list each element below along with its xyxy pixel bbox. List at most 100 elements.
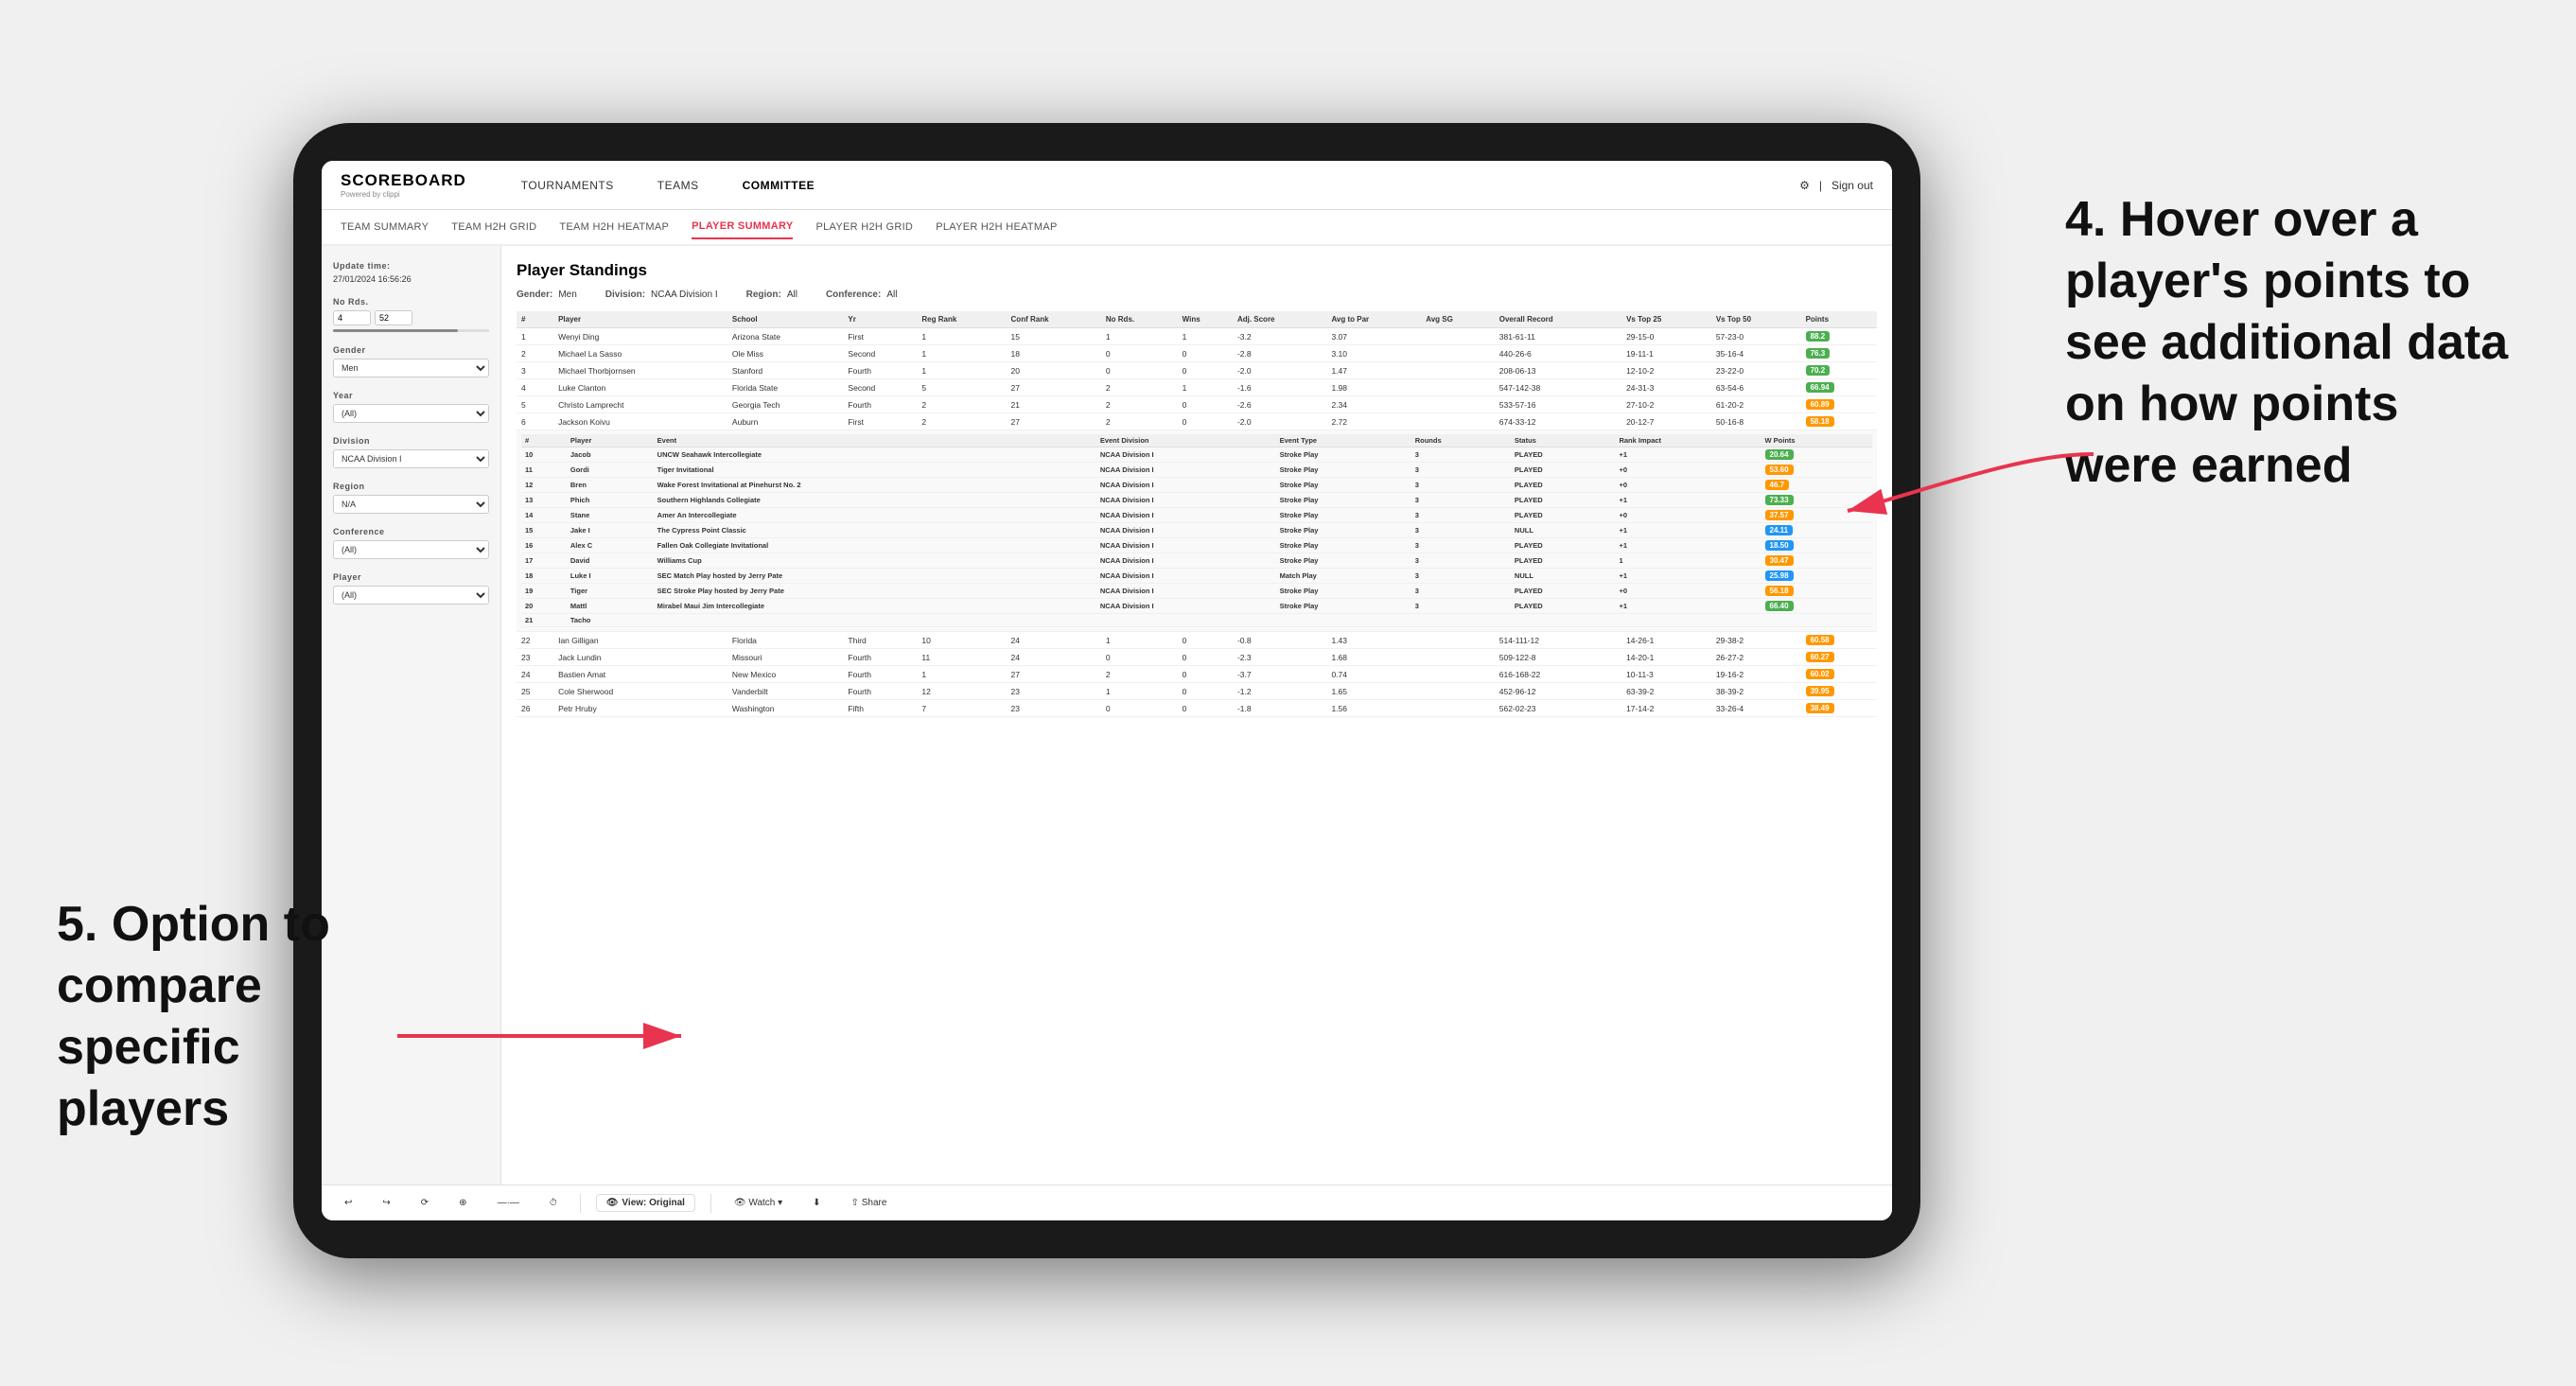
outer-wrapper: SCOREBOARD Powered by clippi TOURNAMENTS… [0,0,2576,1386]
expanded-row: 16 Alex C Fallen Oak Collegiate Invitati… [521,538,1872,553]
logo-area: SCOREBOARD Powered by clippi [341,171,466,199]
no-rds-from[interactable] [333,310,371,325]
filter-conference: Conference: All [826,289,897,300]
conference-select[interactable]: (All) [333,540,489,559]
expanded-header-row: # Player Event Event Division Event Type… [517,430,1877,632]
subnav-player-h2h-grid[interactable]: PLAYER H2H GRID [815,216,913,238]
col-vs-top50: Vs Top 50 [1711,311,1801,328]
bottom-toolbar: ↩ ↪ ⟳ ⊕ —·— ⏱ 👁 View: Original 👁 Watch ▾… [322,1184,1892,1220]
expanded-row: 18 Luke I SEC Match Play hosted by Jerry… [521,569,1872,584]
col-no-rds: No Rds. [1101,311,1178,328]
col-player: Player [553,311,727,328]
redo-btn[interactable]: ↪ [375,1194,397,1212]
table-row: 24 Bastien Amat New Mexico Fourth 1 27 2… [517,666,1877,683]
col-vs-top25: Vs Top 25 [1621,311,1711,328]
logo-sub: Powered by clippi [341,190,466,199]
expanded-row: 21 Tacho [521,614,1872,627]
table-row: 6 Jackson Koivu Auburn First 2 27 2 0 -2… [517,413,1877,430]
arrow-top-right [1829,435,2112,530]
arrow-bottom-left [378,998,700,1074]
expanded-row: 17 David Williams Cup NCAA Division I St… [521,553,1872,569]
content-area: Player Standings Gender: Men Division: N… [501,246,1892,1184]
tablet-frame: SCOREBOARD Powered by clippi TOURNAMENTS… [293,123,1920,1258]
section-title: Player Standings [517,261,1877,280]
separator: | [1819,179,1822,192]
expanded-row: 14 Stane Amer An Intercollegiate NCAA Di… [521,508,1872,523]
filter-region: Region: All [746,289,797,300]
sidebar-player: Player (All) [333,572,489,605]
table-row: 23 Jack Lundin Missouri Fourth 11 24 0 0… [517,649,1877,666]
no-rds-slider[interactable] [333,329,489,332]
expanded-row: 19 Tiger SEC Stroke Play hosted by Jerry… [521,584,1872,599]
division-select[interactable]: NCAA Division I [333,449,489,468]
expanded-row: 15 Jake I The Cypress Point Classic NCAA… [521,523,1872,538]
sidebar-gender: Gender Men Women [333,345,489,377]
filter-row: Gender: Men Division: NCAA Division I Re… [517,289,1877,300]
sidebar-conference: Conference (All) [333,527,489,559]
table-row: 4 Luke Clanton Florida State Second 5 27… [517,379,1877,396]
clock-btn[interactable]: ⏱ [542,1194,565,1212]
subnav-team-h2h-grid[interactable]: TEAM H2H GRID [451,216,536,238]
nav-committee[interactable]: COMMITTEE [735,175,823,196]
subnav-player-summary[interactable]: PLAYER SUMMARY [692,215,793,239]
share-btn[interactable]: ⇧ Share [844,1194,895,1212]
nav-tournaments[interactable]: TOURNAMENTS [514,175,622,196]
expanded-row: 11 Gordi Tiger Invitational NCAA Divisio… [521,463,1872,478]
table-row: 26 Petr Hruby Washington Fifth 7 23 0 0 … [517,700,1877,717]
expanded-row: 10 Jacob UNCW Seahawk Intercollegiate NC… [521,447,1872,463]
region-select[interactable]: N/A [333,495,489,514]
subnav-player-h2h-heatmap[interactable]: PLAYER H2H HEATMAP [936,216,1057,238]
no-rds-to[interactable] [375,310,412,325]
reset-btn[interactable]: ⟳ [413,1194,436,1212]
player-select[interactable]: (All) [333,586,489,605]
logo-title: SCOREBOARD [341,171,466,190]
watch-btn[interactable]: 👁 Watch ▾ [727,1194,790,1212]
subnav-team-h2h-heatmap[interactable]: TEAM H2H HEATMAP [559,216,669,238]
sidebar-year: Year (All) [333,391,489,423]
no-rds-inputs [333,310,489,325]
col-reg-rank: Reg Rank [917,311,1006,328]
expanded-row: 12 Bren Wake Forest Invitational at Pine… [521,478,1872,493]
col-overall: Overall Record [1495,311,1621,328]
col-wins: Wins [1178,311,1233,328]
annotation-bottom-left: 5. Option to compare specific players [57,894,416,1140]
sidebar-no-rds: No Rds. [333,297,489,332]
view-original-label: View: Original [622,1198,685,1208]
table-row: 1 Wenyi Ding Arizona State First 1 15 1 … [517,328,1877,345]
expanded-row: 13 Phich Southern Highlands Collegiate N… [521,493,1872,508]
gender-select[interactable]: Men Women [333,359,489,377]
col-conf-rank: Conf Rank [1007,311,1101,328]
col-school: School [727,311,844,328]
table-row: 25 Cole Sherwood Vanderbilt Fourth 12 23… [517,683,1877,700]
filter-division: Division: NCAA Division I [605,289,718,300]
toolbar-sep2 [710,1194,711,1213]
col-avg-par: Avg to Par [1326,311,1421,328]
dash-btn[interactable]: —·— [490,1194,527,1212]
col-num: # [517,311,553,328]
undo-btn[interactable]: ↩ [337,1194,359,1212]
copy-btn[interactable]: ⊕ [451,1194,474,1212]
col-yr: Yr [843,311,917,328]
annotation-top-right: 4. Hover over a player's points to see a… [2065,189,2519,497]
settings-icon[interactable]: ⚙ [1799,179,1810,192]
table-row: 5 Christo Lamprecht Georgia Tech Fourth … [517,396,1877,413]
table-row: 22 Ian Gilligan Florida Third 10 24 1 0 … [517,632,1877,649]
standings-table: # Player School Yr Reg Rank Conf Rank No… [517,311,1877,717]
eye-icon: 👁 [606,1198,619,1208]
table-header-row: # Player School Yr Reg Rank Conf Rank No… [517,311,1877,328]
table-row: 3 Michael Thorbjornsen Stanford Fourth 1… [517,362,1877,379]
download-btn[interactable]: ⬇ [805,1194,828,1212]
subnav-team-summary[interactable]: TEAM SUMMARY [341,216,429,238]
toolbar-sep [580,1194,581,1213]
sidebar-region: Region N/A [333,482,489,514]
nav-right: ⚙ | Sign out [1799,179,1873,192]
sidebar-division: Division NCAA Division I [333,436,489,468]
view-original-btn[interactable]: 👁 View: Original [596,1194,695,1212]
sign-out-link[interactable]: Sign out [1831,179,1873,192]
col-avg-sg: Avg SG [1421,311,1495,328]
sidebar-update-time: Update time: 27/01/2024 16:56:26 [333,261,489,284]
col-adj-score: Adj. Score [1233,311,1327,328]
year-select[interactable]: (All) [333,404,489,423]
sub-nav: TEAM SUMMARY TEAM H2H GRID TEAM H2H HEAT… [322,210,1892,246]
nav-teams[interactable]: TEAMS [650,175,707,196]
